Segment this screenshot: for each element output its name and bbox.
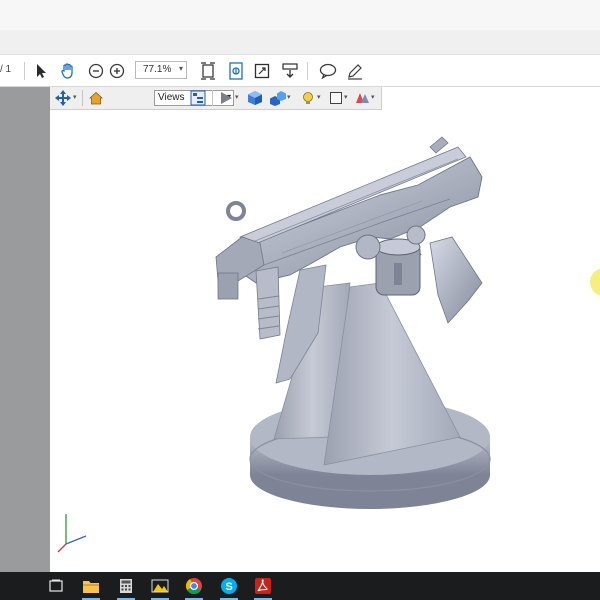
lighting-button[interactable]	[298, 89, 318, 107]
render-cubes-icon	[270, 91, 286, 106]
cube-icon	[248, 91, 262, 105]
highlight-button[interactable]	[344, 60, 366, 82]
main-toolbar: / 1 77.1% ▾	[0, 55, 600, 87]
3d-model-mp5k-on-stand	[215, 136, 491, 509]
3d-rotate-tool-button[interactable]	[53, 89, 73, 107]
chevron-down-icon: ▾	[178, 64, 183, 73]
cross-section-button[interactable]	[352, 89, 372, 107]
comment-icon	[319, 63, 337, 79]
render-mode-button[interactable]	[268, 89, 288, 107]
axis-triad-icon	[57, 514, 87, 553]
views-dropdown-value: Views	[158, 92, 185, 103]
full-screen-icon	[254, 63, 270, 79]
comment-button[interactable]	[317, 60, 339, 82]
document-gutter	[0, 87, 50, 572]
rotate-page-button[interactable]	[225, 60, 247, 82]
task-view-button[interactable]	[45, 575, 67, 597]
skype-icon: S	[221, 578, 237, 594]
page-zoom-icon	[229, 62, 243, 80]
title-bar	[0, 0, 600, 30]
chevron-down-icon[interactable]: ▾	[287, 93, 291, 101]
chevron-down-icon[interactable]: ▾	[317, 93, 321, 101]
menu-strip	[0, 30, 600, 55]
move-arrows-icon	[55, 90, 71, 106]
page-count: / 1	[0, 64, 12, 75]
chevron-down-icon[interactable]: ▾	[344, 93, 348, 101]
toolbar-divider	[212, 90, 213, 106]
cross-section-icon	[356, 93, 369, 103]
model-tree-icon	[190, 90, 206, 106]
model-tree-button[interactable]	[188, 89, 208, 107]
chrome-button[interactable]	[183, 575, 205, 600]
pen-icon	[348, 64, 362, 80]
fit-page-icon	[201, 62, 215, 80]
task-view-icon	[49, 579, 63, 592]
fit-page-button[interactable]	[197, 60, 219, 82]
file-explorer-icon	[83, 581, 99, 593]
zoom-in-icon	[109, 63, 125, 79]
photos-button[interactable]	[149, 575, 171, 600]
zoom-out-button[interactable]	[85, 60, 107, 82]
home-icon	[89, 91, 103, 105]
projection-button[interactable]	[245, 89, 265, 107]
chevron-down-icon[interactable]: ▾	[73, 93, 77, 101]
color-swatch-icon	[330, 92, 342, 104]
toolbar-divider	[82, 90, 83, 106]
chevron-down-icon[interactable]: ▾	[371, 93, 375, 101]
windows-taskbar: S	[0, 572, 600, 600]
chevron-down-icon[interactable]: ▾	[235, 93, 239, 101]
play-icon	[221, 92, 232, 104]
scroll-mode-icon	[282, 63, 298, 78]
hand-tool-button[interactable]	[57, 60, 79, 82]
zoom-in-button[interactable]	[106, 60, 128, 82]
default-view-button[interactable]	[86, 89, 106, 107]
background-color-button[interactable]	[326, 89, 346, 107]
3d-viewport[interactable]	[50, 87, 600, 572]
arrow-cursor-icon	[37, 64, 46, 78]
zoom-out-icon	[88, 63, 104, 79]
skype-button[interactable]: S	[218, 575, 240, 600]
toolbar-divider	[24, 62, 25, 80]
3d-toolbar: ▾ Views ▾ ▾ ▾ ▾ ▾ ▾	[50, 87, 382, 110]
scroll-mode-button[interactable]	[279, 60, 301, 82]
chrome-icon	[185, 578, 202, 595]
toolbar-divider	[307, 62, 308, 80]
select-tool-button[interactable]	[30, 60, 52, 82]
calculator-icon	[120, 579, 132, 593]
play-animation-button[interactable]	[216, 89, 236, 107]
acrobat-icon	[255, 578, 271, 594]
zoom-level-field[interactable]: 77.1% ▾	[135, 61, 187, 79]
calculator-button[interactable]	[115, 575, 137, 600]
lighting-icon	[303, 92, 313, 104]
svg-text:S: S	[225, 581, 232, 593]
file-explorer-button[interactable]	[80, 575, 102, 600]
photos-icon	[151, 579, 169, 593]
hand-icon	[61, 63, 73, 79]
full-screen-button[interactable]	[251, 60, 273, 82]
zoom-level-value: 77.1%	[143, 64, 172, 75]
acrobat-button[interactable]	[252, 575, 274, 600]
